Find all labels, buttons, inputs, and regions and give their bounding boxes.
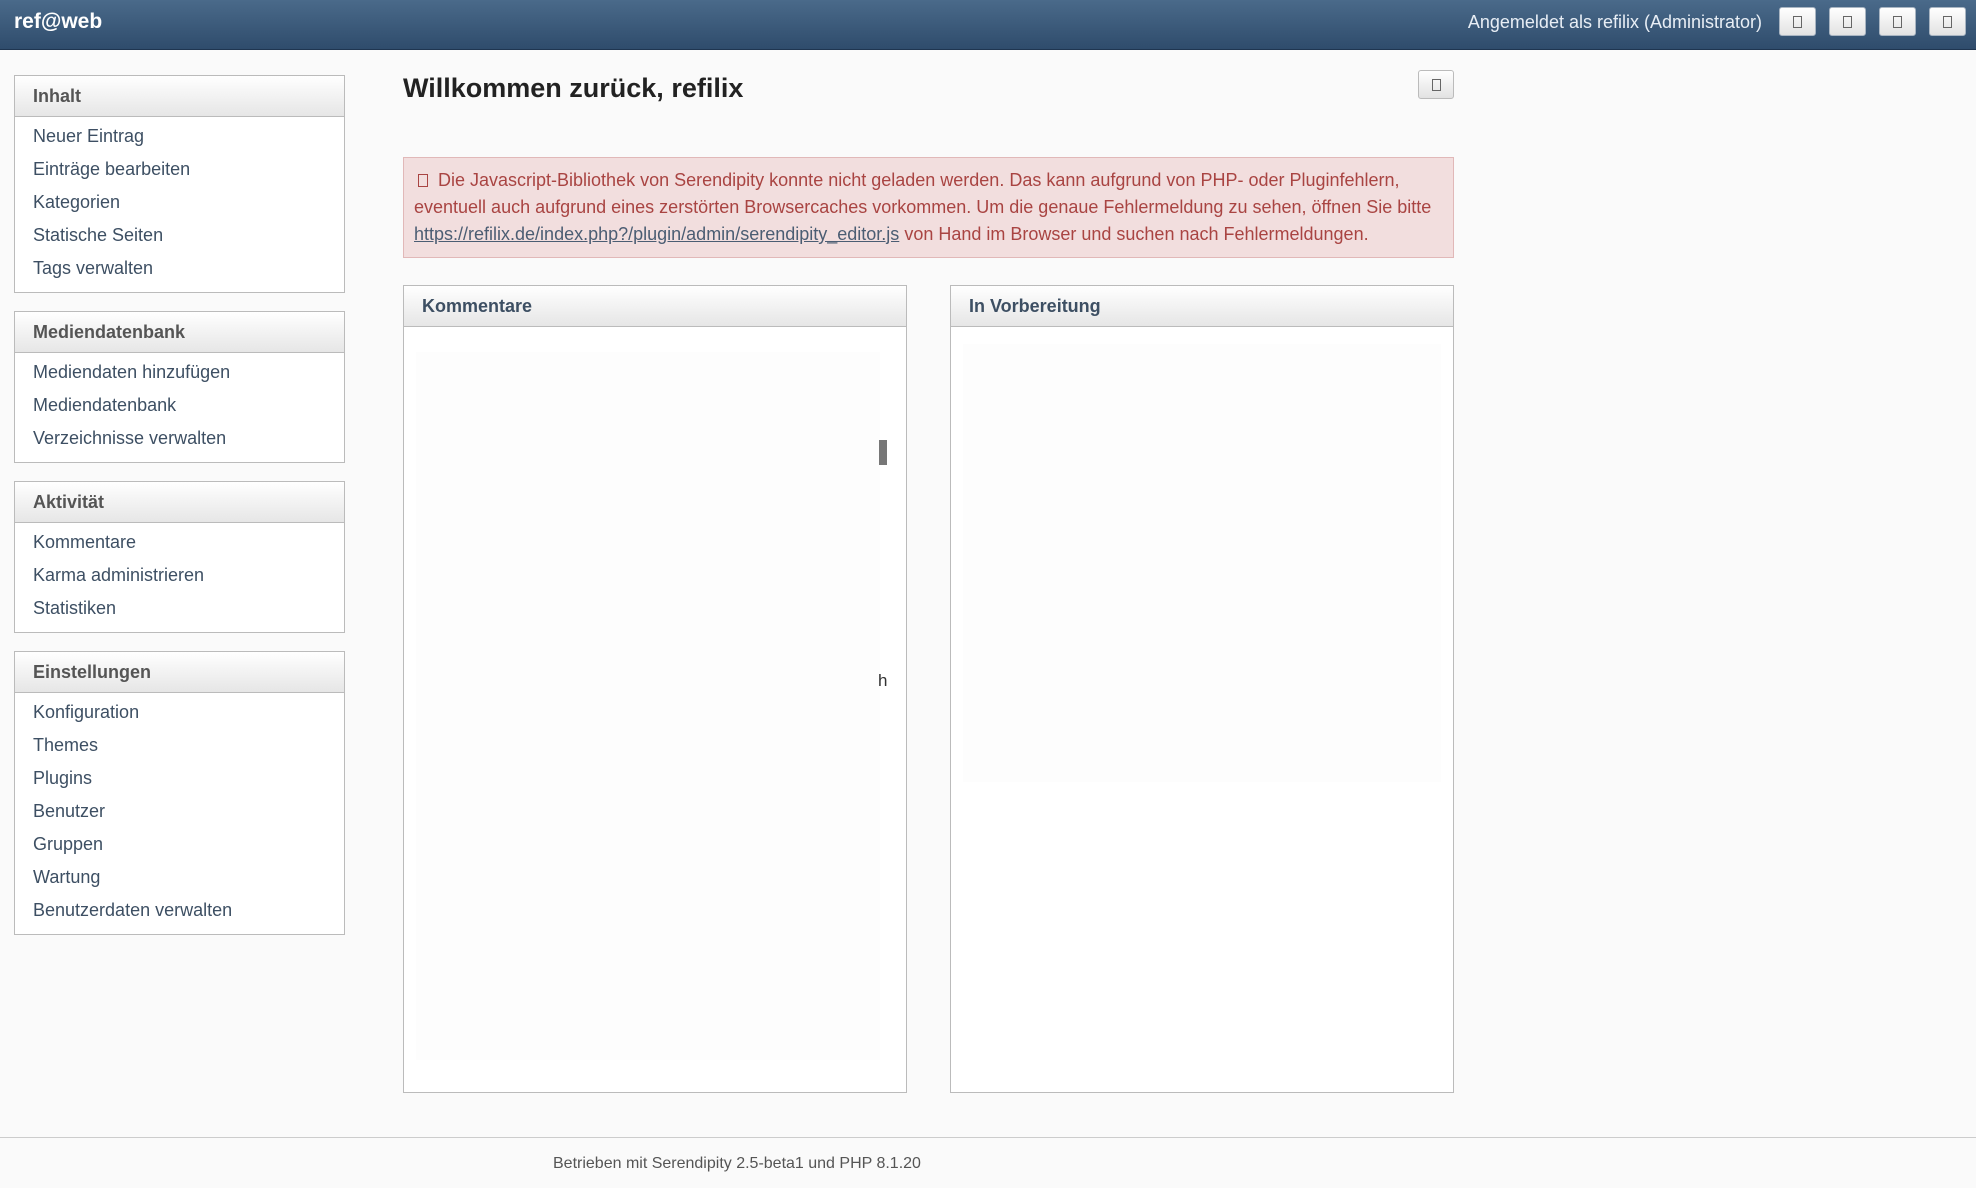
blog-icon	[1843, 15, 1852, 28]
top-button-group	[1779, 7, 1966, 36]
top-bar: ref@web Angemeldet als refilix (Administ…	[0, 0, 1976, 50]
sidebar-item-themes[interactable]: Themes	[15, 730, 344, 763]
sidebar-item-statistics[interactable]: Statistiken	[15, 593, 344, 626]
logout-icon	[1943, 15, 1952, 28]
sidebar-section-activity: Aktivität Kommentare Karma administriere…	[14, 481, 345, 633]
view-blog-button[interactable]	[1829, 7, 1866, 36]
dashboard-button[interactable]	[1779, 7, 1816, 36]
sidebar-item-karma[interactable]: Karma administrieren	[15, 560, 344, 593]
logout-button[interactable]	[1929, 7, 1966, 36]
widget-title: Kommentare	[404, 286, 906, 327]
toggle-dashboard-button[interactable]	[1418, 70, 1454, 99]
footer-text: Betrieben mit Serendipity 2.5-beta1 und …	[553, 1155, 921, 1172]
sidebar-item-user-data[interactable]: Benutzerdaten verwalten	[15, 895, 344, 928]
sidebar-item-categories[interactable]: Kategorien	[15, 187, 344, 220]
user-icon	[1893, 15, 1902, 28]
sidebar-section-media: Mediendatenbank Mediendaten hinzufügen M…	[14, 311, 345, 463]
drafts-widget: In Vorbereitung	[950, 285, 1454, 1093]
sidebar-item-groups[interactable]: Gruppen	[15, 829, 344, 862]
error-icon	[418, 174, 428, 187]
sidebar-item-add-media[interactable]: Mediendaten hinzufügen	[15, 357, 344, 390]
footer: Betrieben mit Serendipity 2.5-beta1 und …	[0, 1137, 1976, 1188]
scroll-handle[interactable]	[879, 440, 887, 465]
personal-settings-button[interactable]	[1879, 7, 1916, 36]
main-content: Willkommen zurück, refilix Die Javascrip…	[403, 70, 1454, 1093]
sidebar-item-manage-tags[interactable]: Tags verwalten	[15, 253, 344, 286]
sidebar-item-maintenance[interactable]: Wartung	[15, 862, 344, 895]
alert-text-end: von Hand im Browser und suchen nach Fehl…	[904, 224, 1369, 244]
sidebar-item-comments[interactable]: Kommentare	[15, 527, 344, 560]
sidebar-item-media-library[interactable]: Mediendatenbank	[15, 390, 344, 423]
sidebar-section-title: Mediendatenbank	[15, 312, 344, 353]
sidebar-section-title: Einstellungen	[15, 652, 344, 693]
widget-title: In Vorbereitung	[951, 286, 1453, 327]
error-alert: Die Javascript-Bibliothek von Serendipit…	[403, 157, 1454, 258]
sidebar-section-title: Inhalt	[15, 76, 344, 117]
settings-icon	[1431, 78, 1441, 91]
comments-widget: Kommentare h	[403, 285, 907, 1093]
drafts-widget-body	[963, 344, 1441, 782]
sidebar-item-configuration[interactable]: Konfiguration	[15, 697, 344, 730]
dashboard-icon	[1793, 15, 1802, 28]
page-title: Willkommen zurück, refilix	[403, 73, 744, 103]
sidebar-item-users[interactable]: Benutzer	[15, 796, 344, 829]
sidebar-section-title: Aktivität	[15, 482, 344, 523]
site-brand[interactable]: ref@web	[14, 10, 102, 34]
comments-widget-body	[416, 352, 880, 1060]
logged-in-status: Angemeldet als refilix (Administrator)	[1467, 12, 1762, 32]
sidebar-item-static-pages[interactable]: Statische Seiten	[15, 220, 344, 253]
sidebar-item-manage-directories[interactable]: Verzeichnisse verwalten	[15, 423, 344, 456]
sidebar-item-edit-entries[interactable]: Einträge bearbeiten	[15, 154, 344, 187]
sidebar-section-content: Inhalt Neuer Eintrag Einträge bearbeiten…	[14, 75, 345, 293]
sidebar-section-settings: Einstellungen Konfiguration Themes Plugi…	[14, 651, 345, 935]
editor-js-link[interactable]: https://refilix.de/index.php?/plugin/adm…	[414, 224, 899, 244]
sidebar: Inhalt Neuer Eintrag Einträge bearbeiten…	[14, 75, 345, 953]
sidebar-item-plugins[interactable]: Plugins	[15, 763, 344, 796]
sidebar-item-new-entry[interactable]: Neuer Eintrag	[15, 121, 344, 154]
alert-text: Die Javascript-Bibliothek von Serendipit…	[414, 170, 1432, 217]
clipped-text-fragment: h	[878, 671, 888, 690]
